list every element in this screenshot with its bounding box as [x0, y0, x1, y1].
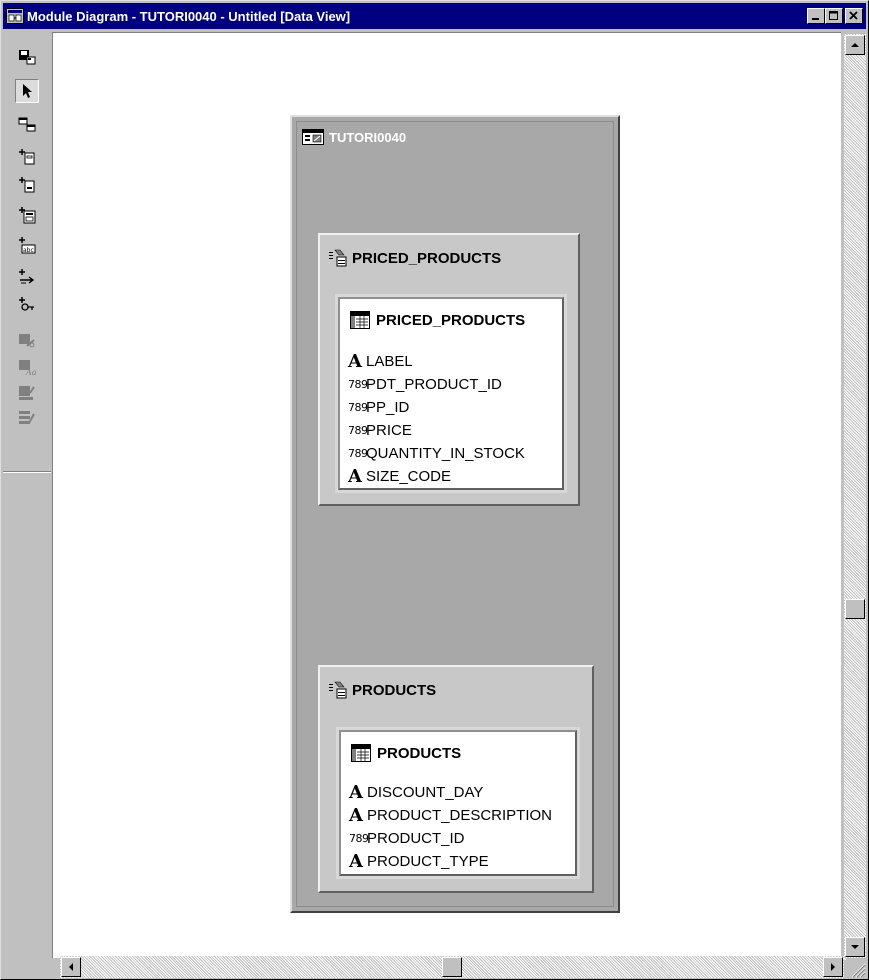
column-item[interactable]: 789 QUANTITY_IN_STOCK [348, 442, 525, 465]
block-header: PRICED_PRODUCTS [328, 248, 501, 268]
column-item[interactable]: A SIZE_CODE [348, 465, 525, 488]
table-icon [351, 744, 371, 762]
alpha-datatype-icon: A [349, 804, 363, 826]
disabled-tool-1-icon [15, 329, 39, 353]
scroll-right-button[interactable] [823, 957, 843, 977]
horizontal-scroll-thumb[interactable] [442, 957, 462, 977]
table-icon [350, 311, 370, 329]
column-item[interactable]: A DISCOUNT_DAY [349, 781, 552, 804]
maximize-icon [829, 11, 838, 20]
module-header: TUTORI0040 [302, 129, 406, 145]
maximize-button[interactable] [825, 8, 843, 24]
table-header: PRODUCTS [351, 744, 461, 762]
block-products[interactable]: PRODUCTS PRODUCTS A DISCOUNT_DAY A PRODU… [318, 665, 594, 893]
column-name: PRODUCT_ID [367, 830, 465, 847]
toolbar-separator [3, 471, 51, 473]
module-name: TUTORI0040 [329, 129, 407, 145]
scroll-left-button[interactable] [61, 957, 81, 977]
create-item-group-icon[interactable] [15, 203, 39, 227]
column-item[interactable]: 789 PRODUCT_ID [349, 827, 552, 850]
numeric-datatype-icon: 789 [348, 424, 368, 437]
numeric-datatype-icon: 789 [348, 401, 368, 414]
column-name: PRODUCT_DESCRIPTION [367, 807, 553, 824]
table-name: PRICED_PRODUCTS [376, 311, 526, 329]
block-name: PRODUCTS [352, 681, 437, 699]
column-name: SIZE_CODE [366, 468, 452, 485]
disabled-tool-2-icon: Aa [15, 355, 39, 379]
alpha-datatype-icon: A [348, 350, 362, 372]
table-name: PRODUCTS [377, 744, 462, 762]
close-button[interactable] [845, 8, 863, 24]
create-key-based-link-icon[interactable] [15, 293, 39, 317]
table-usage-priced-products[interactable]: PRICED_PRODUCTS A LABEL 789 PDT_PRODUCT_… [335, 294, 567, 493]
minimize-icon [812, 18, 819, 20]
module-diagram-icon[interactable] [6, 7, 24, 25]
column-item[interactable]: 789 PDT_PRODUCT_ID [348, 373, 525, 396]
horizontal-scrollbar[interactable] [60, 956, 844, 978]
vertical-scrollbar[interactable] [844, 34, 866, 960]
alpha-datatype-icon: A [349, 781, 363, 803]
column-name: LABEL [366, 353, 413, 370]
resize-grip-icon [851, 963, 866, 978]
arrow-up-icon [851, 43, 859, 47]
numeric-datatype-icon: 789 [348, 378, 368, 391]
column-item[interactable]: 789 PRICE [348, 419, 525, 442]
disabled-tool-4-icon [15, 405, 39, 429]
column-name: PRICE [366, 422, 412, 439]
disabled-tool-3-icon [15, 381, 39, 405]
size-grip[interactable] [846, 958, 866, 978]
block-header: PRODUCTS [328, 680, 436, 700]
create-block-icon[interactable] [15, 113, 39, 137]
close-icon [849, 11, 858, 20]
vertical-scroll-thumb[interactable] [845, 599, 865, 620]
numeric-datatype-icon: 789 [349, 832, 369, 845]
create-base-table-usage-icon[interactable] [15, 145, 39, 169]
column-name: QUANTITY_IN_STOCK [366, 445, 525, 462]
alpha-datatype-icon: A [348, 465, 362, 487]
svg-text:abc: abc [23, 247, 34, 254]
block-priced-products[interactable]: PRICED_PRODUCTS PRICED_PRODUCTS A LABEL … [318, 233, 580, 506]
block-icon [329, 249, 347, 267]
column-list: A LABEL 789 PDT_PRODUCT_ID 789 PP_ID 789… [348, 350, 525, 488]
module-icon [302, 129, 324, 145]
column-item[interactable]: A LABEL [348, 350, 525, 373]
diagram-canvas[interactable]: TUTORI0040 PRICED_PRODUCTS PRICED_PRODUC… [52, 32, 841, 958]
block-name: PRICED_PRODUCTS [352, 249, 502, 267]
select-pointer-icon[interactable] [15, 79, 39, 103]
save-diagram-icon[interactable] [15, 45, 39, 69]
column-name: PP_ID [366, 399, 410, 416]
arrow-left-icon [69, 963, 73, 971]
alpha-datatype-icon: A [349, 850, 363, 872]
module-diagram-window: Module Diagram - TUTORI0040 - Untitled [… [0, 0, 869, 980]
create-link-icon[interactable] [15, 265, 39, 289]
table-usage-products[interactable]: PRODUCTS A DISCOUNT_DAY A PRODUCT_DESCRI… [336, 727, 580, 879]
arrow-right-icon [831, 963, 835, 971]
table-header: PRICED_PRODUCTS [350, 311, 525, 329]
numeric-datatype-icon: 789 [348, 447, 368, 460]
column-item[interactable]: A PRODUCT_DESCRIPTION [349, 804, 552, 827]
arrow-down-icon [851, 945, 859, 949]
column-name: DISCOUNT_DAY [367, 784, 484, 801]
scroll-up-button[interactable] [845, 35, 865, 55]
scroll-down-button[interactable] [845, 937, 865, 957]
column-name: PDT_PRODUCT_ID [366, 376, 502, 393]
create-lookup-usage-icon[interactable] [15, 173, 39, 197]
column-name: PRODUCT_TYPE [367, 853, 489, 870]
window-title: Module Diagram - TUTORI0040 - Untitled [… [27, 8, 351, 24]
column-item[interactable]: 789 PP_ID [348, 396, 525, 419]
tool-palette: abc Aa [3, 31, 51, 977]
minimize-button[interactable] [807, 8, 825, 24]
block-icon [329, 681, 347, 699]
create-unbound-item-icon[interactable]: abc [15, 233, 39, 257]
title-bar[interactable]: Module Diagram - TUTORI0040 - Untitled [… [3, 3, 866, 29]
module-block[interactable]: TUTORI0040 PRICED_PRODUCTS PRICED_PRODUC… [290, 115, 620, 913]
svg-text:Aa: Aa [25, 368, 36, 376]
column-list: A DISCOUNT_DAY A PRODUCT_DESCRIPTION 789… [349, 781, 552, 873]
column-item[interactable]: A PRODUCT_TYPE [349, 850, 552, 873]
